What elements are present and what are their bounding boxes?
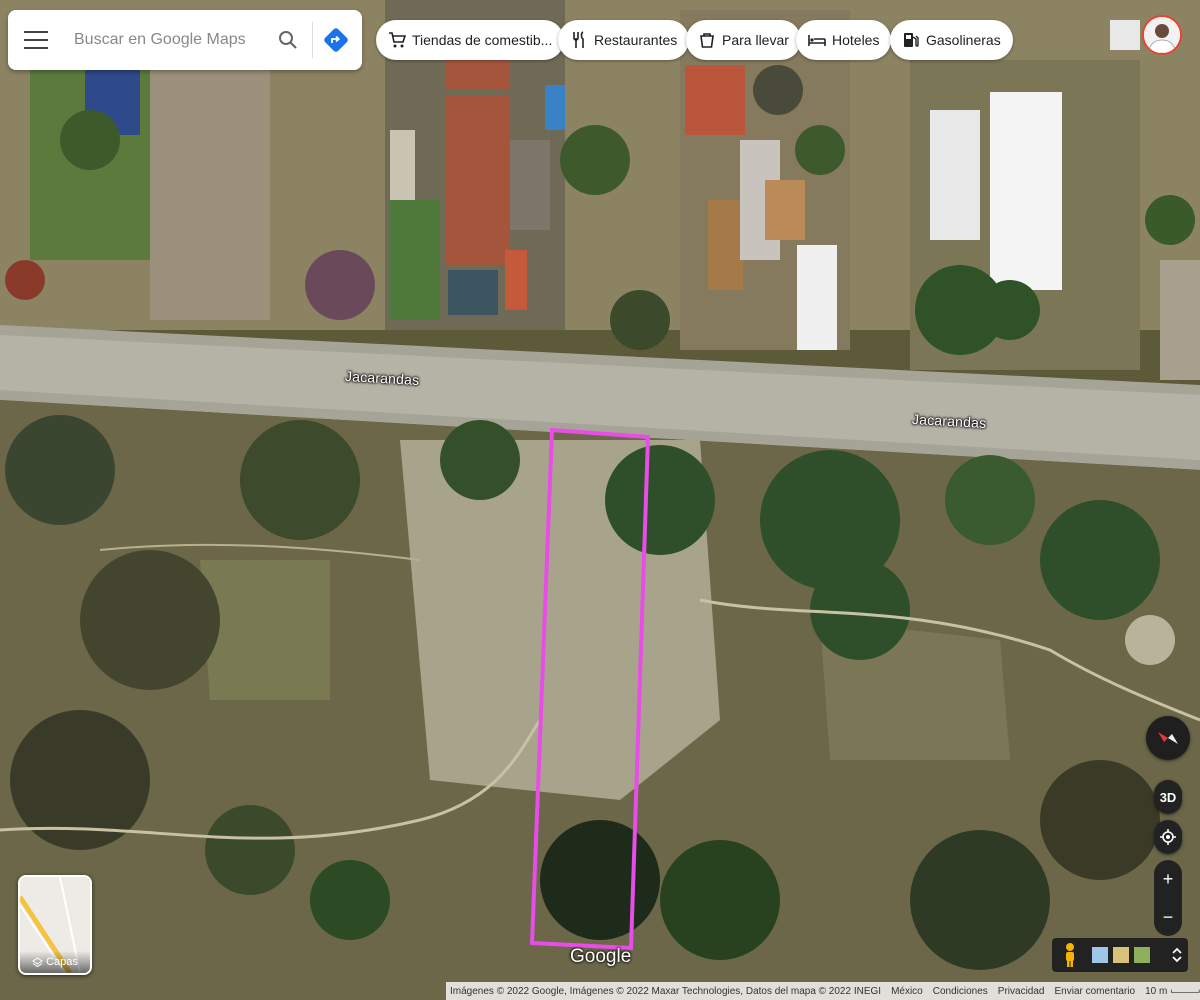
attribution-text: Imágenes © 2022 Google, Imágenes © 2022 … <box>450 985 882 997</box>
satellite-map[interactable] <box>0 0 1200 1000</box>
map-footer: Imágenes © 2022 Google, Imágenes © 2022 … <box>446 982 1200 1000</box>
layers-label-row: Capas <box>20 951 90 973</box>
expand-icon[interactable] <box>1170 946 1184 964</box>
my-location-button[interactable] <box>1154 820 1182 854</box>
fork-knife-icon <box>573 31 584 48</box>
zoom-out-button[interactable]: − <box>1154 898 1182 936</box>
menu-icon[interactable] <box>24 31 48 49</box>
bed-icon <box>808 35 826 46</box>
pegman-icon[interactable] <box>1060 942 1080 968</box>
chip-hotels[interactable]: Hoteles <box>796 20 892 60</box>
layers-button[interactable]: Capas <box>18 875 92 975</box>
zoom-controls: + − <box>1154 860 1182 936</box>
compass-icon <box>1158 732 1178 744</box>
search-input[interactable] <box>72 30 266 50</box>
google-logo: Google <box>570 946 632 967</box>
tilt-3d-label: 3D <box>1159 789 1177 805</box>
chip-gas-stations[interactable]: Gasolineras <box>890 20 1013 60</box>
chip-groceries[interactable]: Tiendas de comestib... <box>376 20 565 60</box>
divider <box>312 22 313 58</box>
feedback-link[interactable]: Enviar comentario <box>1055 986 1136 997</box>
layers-icon <box>32 956 43 967</box>
chip-label: Tiendas de comestib... <box>412 32 553 48</box>
country-label: México <box>891 985 923 997</box>
chip-label: Gasolineras <box>926 32 1001 48</box>
zoom-in-button[interactable]: + <box>1154 860 1182 898</box>
imagery-strip <box>1052 938 1188 972</box>
scale-bar <box>1171 989 1200 993</box>
imagery-thumbnails-icon[interactable] <box>1092 946 1152 964</box>
chip-takeout[interactable]: Para llevar <box>686 20 801 60</box>
chip-label: Restaurantes <box>594 32 678 48</box>
location-target-icon <box>1160 829 1176 845</box>
cart-icon <box>389 32 406 48</box>
chip-restaurants[interactable]: Restaurantes <box>558 20 690 60</box>
layers-label: Capas <box>46 956 78 968</box>
terms-link[interactable]: Condiciones <box>933 986 988 997</box>
search-box <box>8 10 362 70</box>
user-avatar-icon <box>1144 17 1180 53</box>
chip-label: Para llevar <box>722 32 789 48</box>
gas-pump-icon <box>904 33 919 47</box>
search-icon[interactable] <box>276 28 300 52</box>
directions-icon[interactable] <box>323 27 349 53</box>
avatar[interactable] <box>1142 15 1182 55</box>
takeout-icon <box>700 33 714 48</box>
compass-button[interactable] <box>1146 716 1190 760</box>
tilt-3d-button[interactable]: 3D <box>1154 780 1182 814</box>
chip-label: Hoteles <box>832 32 880 48</box>
scale-label: 10 m <box>1145 985 1168 997</box>
privacy-link[interactable]: Privacidad <box>998 986 1045 997</box>
